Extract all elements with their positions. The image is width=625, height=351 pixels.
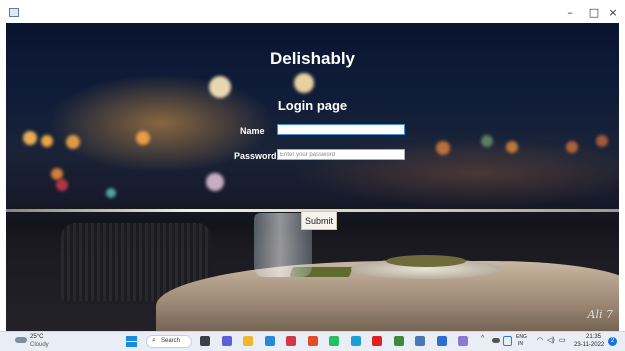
search-button[interactable]: ⌕ Search xyxy=(146,335,192,348)
page-title: Login page xyxy=(277,98,348,113)
clock-date[interactable]: 23-11-2022 xyxy=(574,342,604,348)
windows-start-icon[interactable] xyxy=(126,336,137,347)
name-input[interactable] xyxy=(277,124,405,135)
settings-icon[interactable] xyxy=(415,336,425,346)
weather-temperature[interactable]: 25°C xyxy=(30,334,43,340)
bokeh-light xyxy=(23,131,37,145)
shield-icon[interactable] xyxy=(437,336,447,346)
app-title: Delishably xyxy=(269,49,356,68)
bokeh-light xyxy=(481,135,493,147)
close-button[interactable]: × xyxy=(601,0,625,23)
search-label: Search xyxy=(161,338,181,344)
bokeh-light xyxy=(436,141,450,155)
cloud-icon[interactable] xyxy=(15,337,27,343)
media-icon[interactable] xyxy=(286,336,296,346)
password-input[interactable] xyxy=(277,149,405,160)
input-region[interactable]: IN xyxy=(518,341,523,347)
search-icon: ⌕ xyxy=(152,337,156,344)
weather-description[interactable]: Cloudy xyxy=(30,342,49,348)
bokeh-light xyxy=(41,135,53,147)
battery-icon[interactable]: ▭ xyxy=(559,336,566,344)
file-explorer-icon[interactable] xyxy=(243,336,253,346)
language-indicator[interactable]: ENG xyxy=(516,334,527,340)
youtube-icon[interactable] xyxy=(372,336,382,346)
notification-badge[interactable]: 2 xyxy=(608,337,617,346)
chat-icon[interactable] xyxy=(222,336,232,346)
bokeh-light xyxy=(566,141,578,153)
bokeh-light xyxy=(294,73,314,93)
bokeh-light xyxy=(106,188,116,198)
minimize-button[interactable]: – xyxy=(558,0,582,23)
bokeh-light xyxy=(209,76,231,98)
bokeh-light xyxy=(596,135,608,147)
submit-button[interactable]: Submit xyxy=(301,211,337,230)
bokeh-light xyxy=(206,173,224,191)
password-label: Password xyxy=(234,151,277,161)
name-label: Name xyxy=(240,126,265,136)
photos-icon[interactable] xyxy=(458,336,468,346)
bokeh-light xyxy=(56,179,68,191)
onedrive-icon[interactable] xyxy=(492,338,500,343)
wifi-icon[interactable]: ◠ xyxy=(537,336,543,344)
office-icon[interactable] xyxy=(308,336,318,346)
bokeh-light xyxy=(136,131,150,145)
tray-overflow-icon[interactable]: ^ xyxy=(481,335,484,342)
taskbar: 25°C Cloudy ⌕ Search ^ ENG IN ◠ ◁) ▭ 21:… xyxy=(0,331,625,351)
app-icon xyxy=(9,8,19,17)
window-title-bar: – □ × xyxy=(0,0,625,23)
bokeh-light xyxy=(506,141,518,153)
photo-signature: Ali 7 xyxy=(587,308,613,321)
food xyxy=(386,255,466,267)
notes-icon[interactable] xyxy=(265,336,275,346)
chrome-icon[interactable] xyxy=(394,336,404,346)
volume-icon[interactable]: ◁) xyxy=(547,336,555,344)
login-window: Ali 7 Delishably Login page Name Passwor… xyxy=(6,23,619,331)
edge-icon[interactable] xyxy=(351,336,361,346)
bokeh-light xyxy=(66,135,80,149)
security-icon[interactable] xyxy=(503,336,512,346)
whatsapp-icon[interactable] xyxy=(329,336,339,346)
task-view-icon[interactable] xyxy=(200,336,210,346)
clock-time[interactable]: 21:35 xyxy=(586,334,601,340)
